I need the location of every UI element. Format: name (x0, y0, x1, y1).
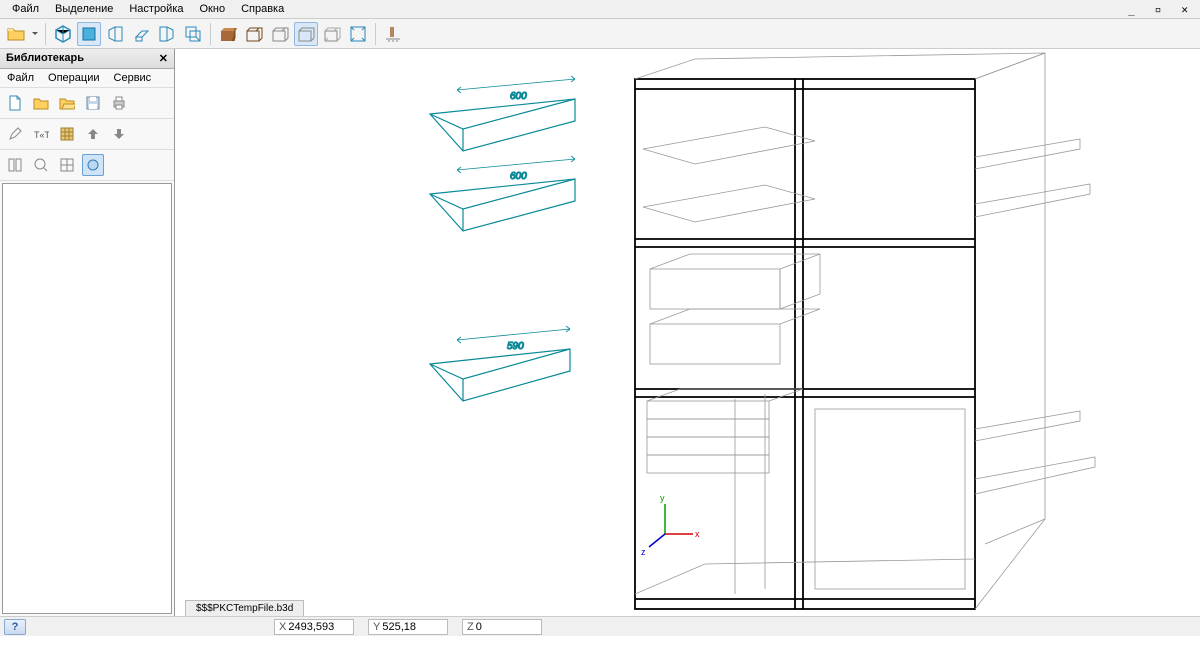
save-button[interactable] (82, 92, 104, 114)
tool-text-button[interactable]: T«T (30, 123, 52, 145)
panel-toolbar-2: T«T (0, 119, 174, 150)
coord-z-label: Z (467, 621, 474, 633)
svg-text:T«T: T«T (34, 130, 49, 140)
window-controls: _ ▫ ✕ (1120, 1, 1196, 18)
menu-file[interactable]: Файл (4, 1, 47, 17)
view-right-button[interactable] (155, 22, 179, 46)
librarian-panel: Библиотекарь ✕ Файл Операции Сервис T«T (0, 49, 175, 616)
main-toolbar (0, 19, 1200, 49)
coord-y-label: Y (373, 621, 380, 633)
menu-window[interactable]: Окно (192, 1, 234, 17)
panel-title-bar: Библиотекарь ✕ (0, 49, 174, 69)
open-folder-dropdown[interactable] (30, 22, 40, 46)
panel-menubar: Файл Операции Сервис (0, 69, 174, 88)
document-tabs: $$$PKCTempFile.b3d (185, 600, 304, 616)
new-file-button[interactable] (4, 92, 26, 114)
svg-text:x: x (695, 529, 700, 539)
panel-menu-service[interactable]: Сервис (111, 71, 155, 85)
panel-menu-file[interactable]: Файл (4, 71, 37, 85)
view-iso-button[interactable] (51, 22, 75, 46)
view-tool1-button[interactable] (4, 154, 26, 176)
maximize-button[interactable]: ▫ (1147, 1, 1170, 18)
view-tool4-button[interactable] (82, 154, 104, 176)
material-solid-button[interactable] (216, 22, 240, 46)
folder-open-button[interactable] (56, 92, 78, 114)
view-front-button[interactable] (77, 22, 101, 46)
document-tab[interactable]: $$$PKCTempFile.b3d (185, 600, 304, 616)
arrow-down-button[interactable] (108, 123, 130, 145)
coord-y: Y 525,18 (368, 619, 448, 635)
3d-viewport[interactable]: 600 600 590 (175, 49, 1200, 616)
separator (45, 23, 46, 45)
view-left-button[interactable] (103, 22, 127, 46)
coord-z-value: 0 (476, 621, 482, 633)
workspace: Библиотекарь ✕ Файл Операции Сервис T«T (0, 49, 1200, 616)
arrow-up-button[interactable] (82, 123, 104, 145)
coord-y-value: 525,18 (382, 621, 416, 633)
tool-edit-button[interactable] (4, 123, 26, 145)
view-wire2-button[interactable] (294, 22, 318, 46)
fit-button[interactable] (346, 22, 370, 46)
close-button[interactable]: ✕ (1173, 1, 1196, 18)
view-zoom-area-button[interactable] (181, 22, 205, 46)
separator (210, 23, 211, 45)
material-wire-button[interactable] (242, 22, 266, 46)
panel-close-button[interactable]: ✕ (159, 52, 168, 65)
svg-text:590: 590 (507, 341, 524, 352)
minimize-button[interactable]: _ (1120, 1, 1143, 18)
svg-text:600: 600 (510, 91, 527, 102)
view-top-button[interactable] (129, 22, 153, 46)
separator (375, 23, 376, 45)
view-wire1-button[interactable] (268, 22, 292, 46)
print-button[interactable] (108, 92, 130, 114)
view-tool2-button[interactable] (30, 154, 52, 176)
view-wire3-button[interactable] (320, 22, 344, 46)
model-drawing: 600 600 590 (175, 49, 1200, 616)
library-tree[interactable] (2, 183, 172, 614)
main-menubar: Файл Выделение Настройка Окно Справка _ … (0, 0, 1200, 19)
svg-text:z: z (641, 547, 646, 557)
coord-x-label: X (279, 621, 286, 633)
coord-z: Z 0 (462, 619, 542, 635)
menu-select[interactable]: Выделение (47, 1, 121, 17)
coord-x-value: 2493,593 (288, 621, 334, 633)
svg-text:600: 600 (510, 171, 527, 182)
open-folder-button[interactable] (4, 22, 28, 46)
panel-toolbar-3 (0, 150, 174, 181)
menu-settings[interactable]: Настройка (121, 1, 191, 17)
coord-x: X 2493,593 (274, 619, 354, 635)
panel-title-text: Библиотекарь (6, 52, 84, 65)
view-tool3-button[interactable] (56, 154, 78, 176)
menu-help[interactable]: Справка (233, 1, 292, 17)
help-button[interactable]: ? (4, 619, 26, 635)
folder-button[interactable] (30, 92, 52, 114)
status-bar: ? X 2493,593 Y 525,18 Z 0 (0, 616, 1200, 636)
panel-toolbar-1 (0, 88, 174, 119)
svg-text:y: y (660, 493, 665, 503)
align-button[interactable] (381, 22, 405, 46)
panel-menu-operations[interactable]: Операции (45, 71, 102, 85)
tool-grid-button[interactable] (56, 123, 78, 145)
